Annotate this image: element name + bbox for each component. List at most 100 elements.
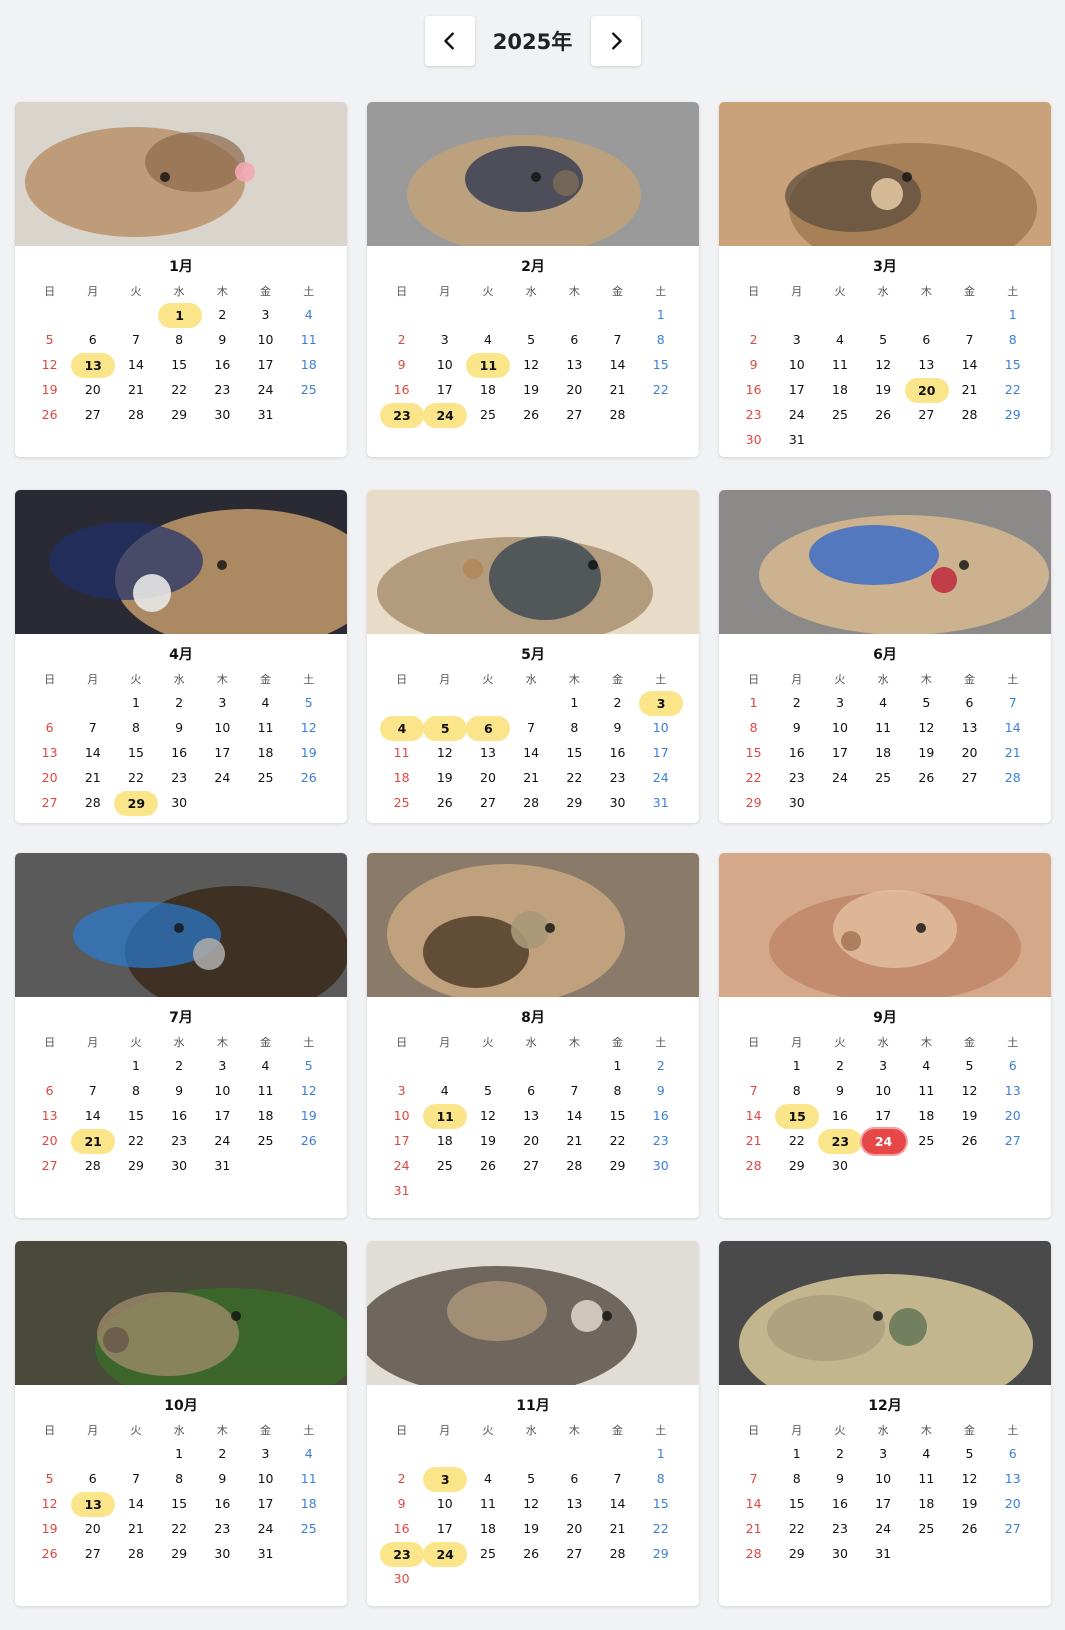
day-cell[interactable]: 5: [28, 1467, 71, 1490]
day-cell[interactable]: 14: [71, 1104, 114, 1127]
day-cell[interactable]: 13: [28, 1104, 71, 1127]
day-cell[interactable]: 23: [158, 766, 201, 789]
day-cell[interactable]: 22: [158, 378, 201, 401]
day-cell[interactable]: 27: [905, 403, 948, 426]
day-cell[interactable]: 16: [201, 353, 244, 376]
day-cell[interactable]: 21: [71, 1129, 116, 1154]
day-cell[interactable]: 31: [201, 1154, 244, 1177]
day-cell[interactable]: 15: [775, 1104, 820, 1129]
day-cell[interactable]: 7: [991, 691, 1034, 714]
day-cell[interactable]: 14: [948, 353, 991, 376]
day-cell[interactable]: 1: [114, 691, 157, 714]
day-cell[interactable]: 28: [114, 1542, 157, 1565]
day-cell[interactable]: 23: [775, 766, 818, 789]
day-cell[interactable]: 5: [948, 1442, 991, 1465]
day-cell[interactable]: 24: [201, 766, 244, 789]
day-cell[interactable]: 16: [158, 1104, 201, 1127]
day-cell[interactable]: 25: [905, 1517, 948, 1540]
day-cell[interactable]: 6: [553, 1467, 596, 1490]
day-cell[interactable]: 11: [244, 1079, 287, 1102]
day-cell[interactable]: 28: [732, 1542, 775, 1565]
day-cell[interactable]: 20: [466, 766, 509, 789]
day-cell[interactable]: 27: [553, 1542, 596, 1565]
day-cell[interactable]: 30: [596, 791, 639, 814]
day-cell[interactable]: 26: [948, 1517, 991, 1540]
day-cell[interactable]: 10: [201, 716, 244, 739]
day-cell[interactable]: 17: [862, 1492, 905, 1515]
day-cell[interactable]: 26: [287, 1129, 330, 1152]
day-cell[interactable]: 1: [596, 1054, 639, 1077]
day-cell[interactable]: 2: [380, 328, 423, 351]
month-photo[interactable]: [719, 490, 1051, 634]
day-cell[interactable]: 16: [380, 1517, 423, 1540]
day-cell[interactable]: 7: [948, 328, 991, 351]
day-cell[interactable]: 22: [158, 1517, 201, 1540]
day-cell[interactable]: 18: [287, 1492, 330, 1515]
day-cell[interactable]: 20: [553, 378, 596, 401]
day-cell[interactable]: 16: [818, 1104, 861, 1127]
day-cell[interactable]: 18: [905, 1104, 948, 1127]
day-cell[interactable]: 27: [28, 791, 71, 814]
day-cell[interactable]: 22: [114, 766, 157, 789]
day-cell[interactable]: 18: [905, 1492, 948, 1515]
day-cell[interactable]: 25: [380, 791, 423, 814]
day-cell[interactable]: 17: [818, 741, 861, 764]
day-cell[interactable]: 15: [775, 1492, 818, 1515]
day-cell[interactable]: 24: [244, 1517, 287, 1540]
day-cell[interactable]: 12: [466, 1104, 509, 1127]
day-cell[interactable]: 25: [862, 766, 905, 789]
day-cell[interactable]: 7: [510, 716, 553, 739]
day-cell[interactable]: 21: [114, 378, 157, 401]
day-cell[interactable]: 26: [28, 403, 71, 426]
day-cell[interactable]: 27: [466, 791, 509, 814]
day-cell[interactable]: 16: [596, 741, 639, 764]
day-cell[interactable]: 3: [380, 1079, 423, 1102]
day-cell[interactable]: 24: [423, 1542, 468, 1567]
day-cell[interactable]: 16: [732, 378, 775, 401]
day-cell[interactable]: 7: [596, 328, 639, 351]
day-cell[interactable]: 22: [639, 378, 682, 401]
day-cell[interactable]: 17: [244, 1492, 287, 1515]
day-cell[interactable]: 7: [732, 1467, 775, 1490]
day-cell[interactable]: 8: [639, 328, 682, 351]
day-cell[interactable]: 26: [862, 403, 905, 426]
next-year-button[interactable]: [590, 16, 641, 66]
day-cell[interactable]: 12: [948, 1467, 991, 1490]
day-cell[interactable]: 31: [775, 428, 818, 451]
day-cell[interactable]: 6: [71, 1467, 114, 1490]
day-cell[interactable]: 19: [510, 378, 553, 401]
day-cell[interactable]: 10: [862, 1079, 905, 1102]
day-cell[interactable]: 30: [380, 1567, 423, 1590]
day-cell[interactable]: 14: [596, 1492, 639, 1515]
day-cell[interactable]: 29: [114, 791, 159, 816]
day-cell[interactable]: 1: [639, 303, 682, 326]
day-cell[interactable]: 26: [948, 1129, 991, 1152]
day-cell[interactable]: 25: [423, 1154, 466, 1177]
day-cell[interactable]: 9: [596, 716, 639, 739]
day-cell[interactable]: 28: [732, 1154, 775, 1177]
day-cell[interactable]: 24: [861, 1129, 906, 1154]
day-cell[interactable]: 3: [639, 691, 684, 716]
day-cell[interactable]: 20: [71, 378, 114, 401]
day-cell[interactable]: 22: [596, 1129, 639, 1152]
day-cell[interactable]: 23: [596, 766, 639, 789]
day-cell[interactable]: 21: [114, 1517, 157, 1540]
day-cell[interactable]: 20: [553, 1517, 596, 1540]
day-cell[interactable]: 3: [244, 1442, 287, 1465]
day-cell[interactable]: 26: [287, 766, 330, 789]
day-cell[interactable]: 18: [466, 1517, 509, 1540]
day-cell[interactable]: 12: [28, 1492, 71, 1515]
day-cell[interactable]: 24: [775, 403, 818, 426]
day-cell[interactable]: 4: [287, 1442, 330, 1465]
day-cell[interactable]: 23: [201, 1517, 244, 1540]
day-cell[interactable]: 11: [466, 1492, 509, 1515]
day-cell[interactable]: 3: [423, 328, 466, 351]
day-cell[interactable]: 30: [818, 1154, 861, 1177]
day-cell[interactable]: 19: [28, 1517, 71, 1540]
day-cell[interactable]: 23: [380, 403, 424, 428]
day-cell[interactable]: 5: [905, 691, 948, 714]
day-cell[interactable]: 31: [380, 1179, 423, 1202]
day-cell[interactable]: 4: [380, 716, 424, 741]
day-cell[interactable]: 4: [244, 691, 287, 714]
day-cell[interactable]: 10: [380, 1104, 423, 1127]
